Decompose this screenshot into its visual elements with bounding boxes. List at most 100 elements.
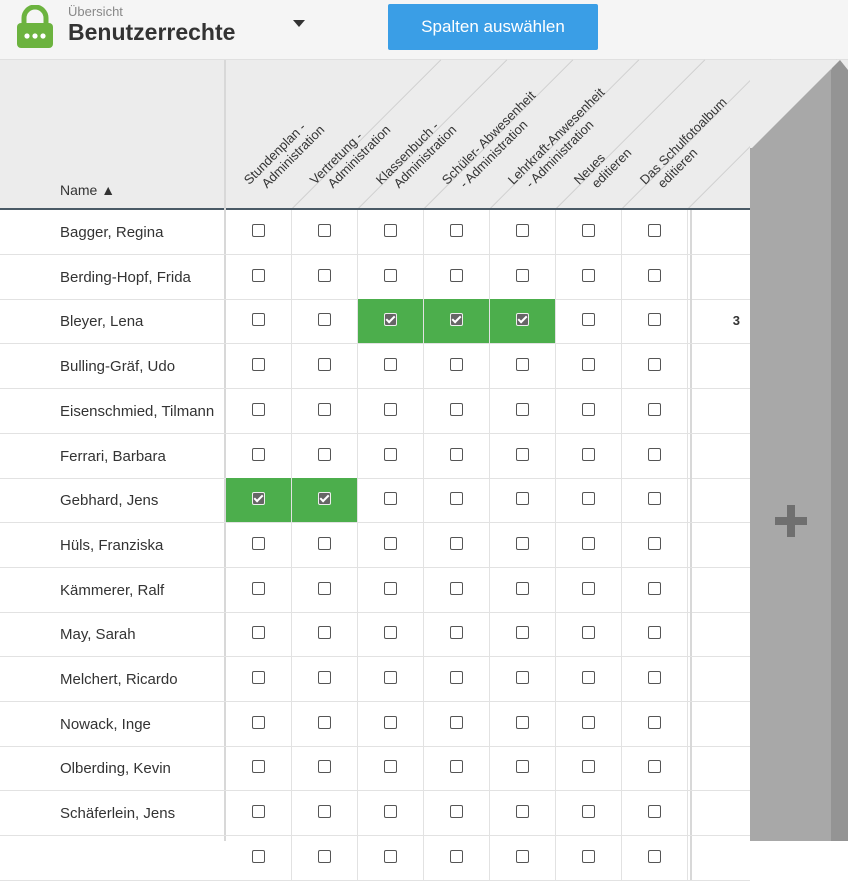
permission-checkbox[interactable] xyxy=(582,313,595,327)
permission-checkbox[interactable] xyxy=(318,581,331,595)
permission-checkbox[interactable] xyxy=(318,402,331,416)
permission-checkbox[interactable] xyxy=(648,268,661,282)
permission-checkbox[interactable] xyxy=(384,313,397,327)
permission-checkbox[interactable] xyxy=(648,581,661,595)
permission-checkbox[interactable] xyxy=(318,760,331,774)
permission-checkbox[interactable] xyxy=(450,715,463,729)
permission-checkbox[interactable] xyxy=(252,402,265,416)
permission-checkbox[interactable] xyxy=(384,805,397,819)
permission-checkbox[interactable] xyxy=(384,402,397,416)
permission-checkbox[interactable] xyxy=(582,760,595,774)
permission-checkbox[interactable] xyxy=(252,313,265,327)
permission-checkbox[interactable] xyxy=(318,536,331,550)
permission-checkbox[interactable] xyxy=(384,581,397,595)
permission-checkbox[interactable] xyxy=(450,536,463,550)
permission-checkbox[interactable] xyxy=(252,224,265,237)
permission-checkbox[interactable] xyxy=(516,805,529,819)
permission-checkbox[interactable] xyxy=(516,313,529,327)
permission-checkbox[interactable] xyxy=(318,849,331,863)
permission-checkbox[interactable] xyxy=(318,626,331,640)
permission-checkbox[interactable] xyxy=(450,626,463,640)
permission-checkbox[interactable] xyxy=(582,447,595,461)
permission-checkbox[interactable] xyxy=(252,268,265,282)
permission-checkbox[interactable] xyxy=(384,224,397,237)
permission-checkbox[interactable] xyxy=(450,402,463,416)
chevron-down-icon[interactable] xyxy=(293,20,305,27)
permission-checkbox[interactable] xyxy=(318,805,331,819)
permission-checkbox[interactable] xyxy=(384,760,397,774)
add-column-panel[interactable] xyxy=(750,148,832,841)
permission-checkbox[interactable] xyxy=(582,536,595,550)
permission-checkbox[interactable] xyxy=(318,715,331,729)
permission-checkbox[interactable] xyxy=(252,805,265,819)
permission-checkbox[interactable] xyxy=(648,760,661,774)
permission-checkbox[interactable] xyxy=(582,224,595,237)
permission-checkbox[interactable] xyxy=(252,536,265,550)
permission-checkbox[interactable] xyxy=(318,358,331,372)
permission-checkbox[interactable] xyxy=(516,581,529,595)
permission-checkbox[interactable] xyxy=(318,671,331,684)
permission-checkbox[interactable] xyxy=(384,358,397,372)
permission-checkbox[interactable] xyxy=(516,268,529,282)
permission-checkbox[interactable] xyxy=(450,849,463,863)
permission-checkbox[interactable] xyxy=(318,268,331,282)
permission-checkbox[interactable] xyxy=(516,626,529,640)
permission-checkbox[interactable] xyxy=(252,358,265,372)
permission-checkbox[interactable] xyxy=(384,536,397,550)
permission-checkbox[interactable] xyxy=(516,536,529,550)
permission-checkbox[interactable] xyxy=(318,492,331,506)
permission-checkbox[interactable] xyxy=(516,358,529,372)
permission-checkbox[interactable] xyxy=(648,626,661,640)
permission-checkbox[interactable] xyxy=(318,224,331,237)
permission-checkbox[interactable] xyxy=(318,313,331,327)
permission-checkbox[interactable] xyxy=(450,760,463,774)
permission-checkbox[interactable] xyxy=(384,715,397,729)
permission-checkbox[interactable] xyxy=(648,849,661,863)
name-column-header[interactable]: Name ▲ xyxy=(60,182,115,198)
permission-checkbox[interactable] xyxy=(450,358,463,372)
permission-checkbox[interactable] xyxy=(252,626,265,640)
permission-checkbox[interactable] xyxy=(450,224,463,237)
permission-checkbox[interactable] xyxy=(582,402,595,416)
permission-checkbox[interactable] xyxy=(516,849,529,863)
permission-checkbox[interactable] xyxy=(252,715,265,729)
permission-checkbox[interactable] xyxy=(384,849,397,863)
permission-checkbox[interactable] xyxy=(648,671,661,684)
permission-checkbox[interactable] xyxy=(450,447,463,461)
permission-checkbox[interactable] xyxy=(648,402,661,416)
permission-checkbox[interactable] xyxy=(582,581,595,595)
permission-checkbox[interactable] xyxy=(384,268,397,282)
permission-checkbox[interactable] xyxy=(450,671,463,684)
permission-checkbox[interactable] xyxy=(384,626,397,640)
plus-icon[interactable] xyxy=(775,505,807,537)
permission-checkbox[interactable] xyxy=(516,671,529,684)
permission-checkbox[interactable] xyxy=(516,447,529,461)
permission-checkbox[interactable] xyxy=(582,268,595,282)
permission-checkbox[interactable] xyxy=(252,671,265,684)
permission-checkbox[interactable] xyxy=(648,358,661,372)
permission-checkbox[interactable] xyxy=(582,358,595,372)
permission-checkbox[interactable] xyxy=(516,402,529,416)
permission-checkbox[interactable] xyxy=(516,715,529,729)
permission-checkbox[interactable] xyxy=(450,313,463,327)
permission-checkbox[interactable] xyxy=(648,715,661,729)
permission-checkbox[interactable] xyxy=(582,671,595,684)
permission-checkbox[interactable] xyxy=(648,313,661,327)
permission-checkbox[interactable] xyxy=(450,805,463,819)
permission-checkbox[interactable] xyxy=(648,447,661,461)
permission-checkbox[interactable] xyxy=(582,805,595,819)
permission-checkbox[interactable] xyxy=(450,492,463,506)
permission-checkbox[interactable] xyxy=(252,492,265,506)
permission-checkbox[interactable] xyxy=(252,581,265,595)
permission-checkbox[interactable] xyxy=(384,492,397,506)
permission-checkbox[interactable] xyxy=(582,626,595,640)
select-columns-button[interactable]: Spalten auswählen xyxy=(388,4,598,50)
permission-checkbox[interactable] xyxy=(648,805,661,819)
permission-checkbox[interactable] xyxy=(516,760,529,774)
permission-checkbox[interactable] xyxy=(252,760,265,774)
permission-checkbox[interactable] xyxy=(516,224,529,237)
permission-checkbox[interactable] xyxy=(648,224,661,237)
permission-checkbox[interactable] xyxy=(450,581,463,595)
permission-checkbox[interactable] xyxy=(582,492,595,506)
permission-checkbox[interactable] xyxy=(648,492,661,506)
